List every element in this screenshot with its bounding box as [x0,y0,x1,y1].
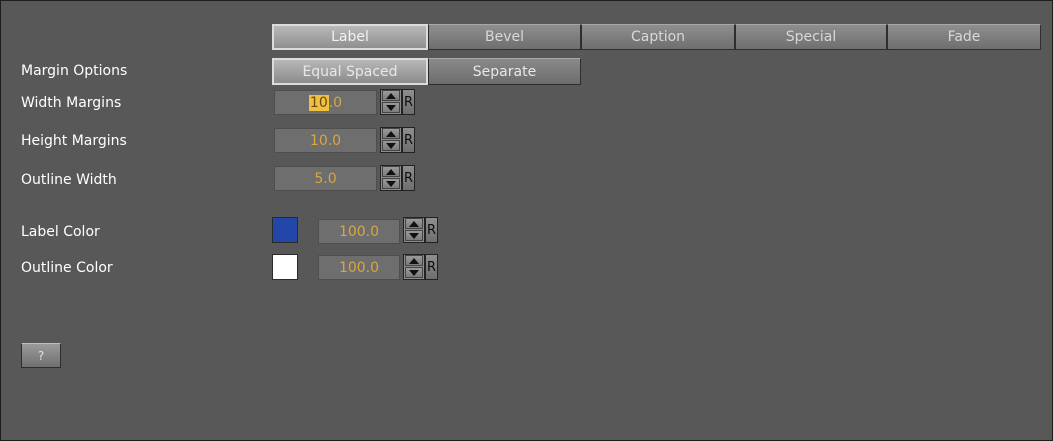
outline-width-reset-button[interactable]: R [402,165,415,191]
outline-width-input[interactable]: 5.0 [274,166,377,191]
outline-color-label: Outline Color [21,260,113,276]
spin-up-icon[interactable] [382,166,400,177]
outline-color-opacity-input[interactable]: 100.0 [318,255,400,280]
spin-down-icon[interactable] [382,102,400,113]
label-color-opacity-input[interactable]: 100.0 [318,219,400,244]
label-color-reset-button[interactable]: R [425,217,438,243]
help-button[interactable]: ? [21,343,61,368]
outline-color-reset-button[interactable]: R [425,254,438,280]
height-margins-reset-button[interactable]: R [402,127,415,153]
tab-special[interactable]: Special [735,24,887,50]
width-margins-label: Width Margins [21,95,122,111]
outline-color-spinner-icon[interactable] [403,254,425,280]
height-margins-input[interactable]: 10.0 [274,128,377,153]
label-color-label: Label Color [21,224,100,240]
spin-down-icon[interactable] [382,140,400,151]
height-margins-label: Height Margins [21,133,127,149]
outline-width-spinner-icon[interactable] [380,165,402,191]
width-margins-reset-button[interactable]: R [402,89,415,115]
tab-caption[interactable]: Caption [581,24,735,50]
spin-up-icon[interactable] [382,90,400,101]
tab-fade[interactable]: Fade [887,24,1041,50]
width-margins-spinner-icon[interactable] [380,89,402,115]
label-color-spinner-icon[interactable] [403,217,425,243]
tab-bevel[interactable]: Bevel [428,24,581,50]
spin-down-icon[interactable] [405,267,423,278]
margin-options-label: Margin Options [21,63,128,79]
spin-down-icon[interactable] [382,178,400,189]
equal-spaced-button[interactable]: Equal Spaced [272,58,428,85]
spin-up-icon[interactable] [382,128,400,139]
spin-up-icon[interactable] [405,255,423,266]
label-color-swatch[interactable] [272,217,298,243]
spin-down-icon[interactable] [405,230,423,241]
outline-color-swatch[interactable] [272,254,298,280]
separate-button[interactable]: Separate [428,58,581,85]
label-properties-panel: Label Bevel Caption Special Fade Margin … [0,0,1053,441]
width-margins-input[interactable]: 10.0 [274,90,377,115]
width-margins-text: .0 [328,94,343,111]
outline-width-label: Outline Width [21,172,117,188]
height-margins-spinner-icon[interactable] [380,127,402,153]
tab-label[interactable]: Label [272,24,428,50]
width-margins-selected-text: 10 [308,94,329,111]
spin-up-icon[interactable] [405,218,423,229]
